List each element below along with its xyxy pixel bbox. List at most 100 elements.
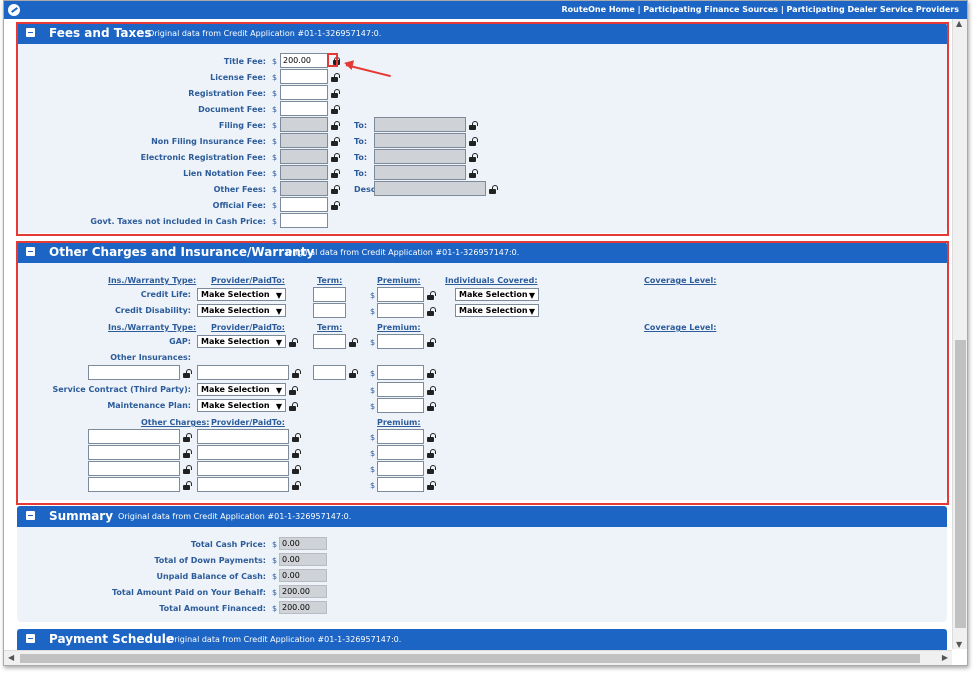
license-fee-input[interactable] (280, 69, 328, 84)
official-fee-input[interactable] (280, 197, 328, 212)
other-charge-premium-input[interactable] (377, 429, 424, 444)
other-charge-premium-input[interactable] (377, 461, 424, 476)
unlock-icon[interactable] (427, 386, 436, 395)
credit-life-provider-select[interactable]: Make Selection ▼ (197, 288, 286, 301)
unlock-icon[interactable] (469, 169, 478, 178)
lien-notation-to-input[interactable] (374, 165, 466, 180)
unlock-icon[interactable] (331, 105, 340, 114)
gap-provider-select[interactable]: Make Selection ▼ (197, 335, 286, 348)
unlock-icon[interactable] (292, 433, 301, 442)
unlock-icon[interactable] (292, 449, 301, 458)
unlock-icon[interactable] (331, 137, 340, 146)
unlock-icon[interactable] (331, 185, 340, 194)
non-filing-fee-input[interactable] (280, 133, 328, 148)
unlock-icon[interactable] (331, 153, 340, 162)
unlock-icon[interactable] (292, 465, 301, 474)
unlock-icon[interactable] (489, 185, 498, 194)
finance-sources-link[interactable]: Participating Finance Sources (643, 5, 778, 14)
unlock-icon[interactable] (331, 121, 340, 130)
credit-life-premium-input[interactable] (377, 287, 424, 302)
unlock-icon[interactable] (289, 338, 298, 347)
document-fee-input[interactable] (280, 101, 328, 116)
unlock-icon[interactable] (183, 449, 192, 458)
horizontal-scroll-thumb[interactable] (20, 654, 920, 663)
unlock-icon[interactable] (292, 369, 301, 378)
maintenance-plan-premium-input[interactable] (377, 398, 424, 413)
unlock-icon[interactable] (469, 121, 478, 130)
unlock-icon[interactable] (183, 369, 192, 378)
credit-disability-premium-input[interactable] (377, 303, 424, 318)
collapse-icon[interactable] (26, 28, 35, 37)
other-charge-premium-input[interactable] (377, 445, 424, 460)
other-charge-input[interactable] (88, 445, 180, 460)
other-charge-provider-input[interactable] (197, 461, 289, 476)
unlock-icon[interactable] (289, 402, 298, 411)
unlock-icon[interactable] (427, 481, 436, 490)
other-charge-provider-input[interactable] (197, 429, 289, 444)
electronic-registration-to-input[interactable] (374, 149, 466, 164)
unlock-icon[interactable] (427, 402, 436, 411)
collapse-icon[interactable] (26, 634, 35, 643)
vertical-scroll-thumb[interactable] (955, 340, 966, 628)
vertical-scrollbar[interactable]: ▲ ▼ (952, 19, 967, 649)
unlock-icon[interactable] (331, 169, 340, 178)
unlock-icon[interactable] (183, 433, 192, 442)
unlock-icon[interactable] (427, 465, 436, 474)
unlock-icon[interactable] (331, 201, 340, 210)
horizontal-scrollbar[interactable]: ◀ ▶ (4, 650, 952, 665)
other-fees-desc-input[interactable] (374, 181, 486, 196)
routeone-home-link[interactable]: RouteOne Home (562, 5, 635, 14)
other-insurance-term-input[interactable] (313, 365, 346, 380)
unlock-icon[interactable] (183, 465, 192, 474)
unlock-icon[interactable] (469, 153, 478, 162)
maintenance-plan-select[interactable]: Make Selection ▼ (197, 399, 286, 412)
unlock-icon[interactable] (331, 73, 340, 82)
unlock-icon[interactable] (469, 137, 478, 146)
unlock-icon[interactable] (427, 291, 436, 300)
unlock-icon[interactable] (289, 386, 298, 395)
scroll-up-icon[interactable]: ▲ (956, 19, 962, 28)
service-contract-select[interactable]: Make Selection ▼ (197, 383, 286, 396)
other-charge-input[interactable] (88, 461, 180, 476)
unlock-icon[interactable] (349, 338, 358, 347)
scroll-down-icon[interactable]: ▼ (956, 640, 962, 649)
other-charge-input[interactable] (88, 429, 180, 444)
registration-fee-input[interactable] (280, 85, 328, 100)
other-insurance-premium-input[interactable] (377, 365, 424, 380)
unlock-icon[interactable] (427, 307, 436, 316)
credit-life-individuals-select[interactable]: Make Selection ▼ (455, 288, 539, 301)
other-charge-provider-input[interactable] (197, 477, 289, 492)
collapse-icon[interactable] (26, 511, 35, 520)
credit-life-term-input[interactable] (313, 287, 346, 302)
lien-notation-fee-input[interactable] (280, 165, 328, 180)
gap-term-input[interactable] (313, 334, 346, 349)
title-fee-input[interactable]: 200.00 (280, 53, 328, 68)
credit-disability-provider-select[interactable]: Make Selection ▼ (197, 304, 286, 317)
other-charge-provider-input[interactable] (197, 445, 289, 460)
other-insurance-type-input[interactable] (88, 365, 180, 380)
unlock-icon[interactable] (427, 338, 436, 347)
filing-fee-input[interactable] (280, 117, 328, 132)
dealer-providers-link[interactable]: Participating Dealer Service Providers (787, 5, 959, 14)
unlock-icon[interactable] (427, 449, 436, 458)
scroll-left-icon[interactable]: ◀ (8, 653, 14, 662)
unlock-icon[interactable] (292, 481, 301, 490)
collapse-icon[interactable] (26, 247, 35, 256)
other-insurance-provider-input[interactable] (197, 365, 289, 380)
filing-fee-to-input[interactable] (374, 117, 466, 132)
govt-taxes-input[interactable] (280, 213, 328, 228)
credit-disability-term-input[interactable] (313, 303, 346, 318)
gap-premium-input[interactable] (377, 334, 424, 349)
credit-disability-individuals-select[interactable]: Make Selection ▼ (455, 304, 539, 317)
other-charge-premium-input[interactable] (377, 477, 424, 492)
other-charge-input[interactable] (88, 477, 180, 492)
scroll-right-icon[interactable]: ▶ (942, 653, 948, 662)
unlock-icon[interactable] (427, 369, 436, 378)
unlock-icon[interactable] (349, 369, 358, 378)
unlock-icon[interactable] (183, 481, 192, 490)
non-filing-fee-to-input[interactable] (374, 133, 466, 148)
unlock-icon[interactable] (427, 433, 436, 442)
electronic-registration-fee-input[interactable] (280, 149, 328, 164)
other-fees-input[interactable] (280, 181, 328, 196)
service-contract-premium-input[interactable] (377, 382, 424, 397)
